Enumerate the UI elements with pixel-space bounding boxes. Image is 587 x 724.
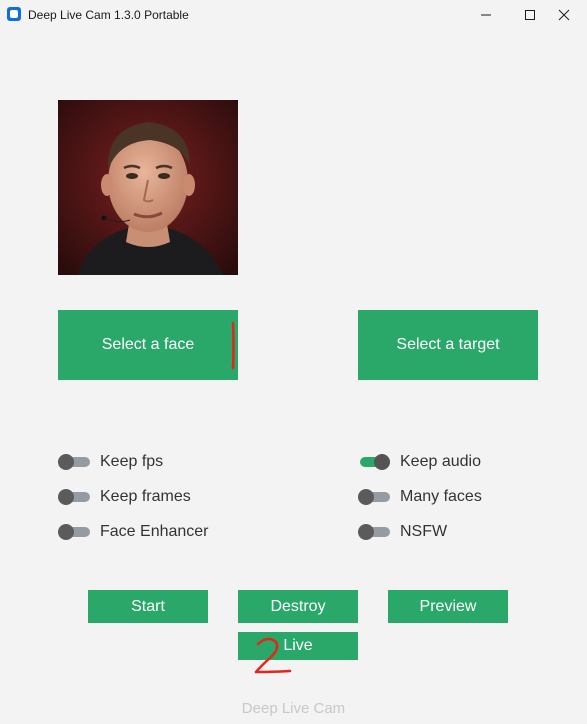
keep-audio-toggle[interactable]: [358, 451, 390, 473]
select-target-button[interactable]: Select a target: [358, 310, 538, 380]
live-label: Live: [283, 637, 313, 654]
keep-audio-label: Keep audio: [400, 453, 481, 470]
keep-frames-switch[interactable]: Keep frames: [58, 486, 191, 508]
minimize-button[interactable]: [463, 0, 509, 30]
destroy-button[interactable]: Destroy: [238, 590, 358, 623]
start-label: Start: [131, 597, 165, 615]
select-target-label: Select a target: [396, 336, 500, 353]
maximize-icon: [525, 10, 535, 20]
keep-fps-switch[interactable]: Keep fps: [58, 451, 163, 473]
keep-audio-switch[interactable]: Keep audio: [358, 451, 481, 473]
preview-button[interactable]: Preview: [388, 590, 508, 623]
minimize-icon: [481, 14, 491, 16]
many-faces-label: Many faces: [400, 488, 482, 505]
keep-frames-label: Keep frames: [100, 488, 191, 505]
select-face-button[interactable]: Select a face: [58, 310, 238, 380]
app-icon: [7, 7, 21, 21]
footer-brand: Deep Live Cam: [241, 700, 346, 717]
close-button[interactable]: [541, 0, 587, 30]
window-title: Deep Live Cam 1.3.0 Portable: [28, 8, 189, 22]
nsfw-toggle[interactable]: [358, 521, 390, 543]
keep-fps-toggle[interactable]: [58, 451, 90, 473]
keep-frames-toggle[interactable]: [58, 486, 90, 508]
start-button[interactable]: Start: [88, 590, 208, 623]
nsfw-switch[interactable]: NSFW: [358, 521, 447, 543]
select-face-label: Select a face: [101, 336, 195, 353]
face-enhancer-toggle[interactable]: [58, 521, 90, 543]
title-bar: Deep Live Cam 1.3.0 Portable: [0, 0, 587, 30]
preview-label: Preview: [419, 597, 477, 615]
close-icon: [558, 9, 570, 21]
live-button[interactable]: Live: [238, 632, 358, 660]
source-face-photo: [58, 100, 238, 275]
destroy-label: Destroy: [270, 597, 326, 615]
many-faces-toggle[interactable]: [358, 486, 390, 508]
keep-fps-label: Keep fps: [100, 453, 164, 470]
source-face-preview: [58, 100, 238, 275]
face-enhancer-label: Face Enhancer: [100, 523, 209, 540]
many-faces-switch[interactable]: Many faces: [358, 486, 482, 508]
face-enhancer-switch[interactable]: Face Enhancer: [58, 521, 209, 543]
nsfw-label: NSFW: [400, 523, 448, 540]
